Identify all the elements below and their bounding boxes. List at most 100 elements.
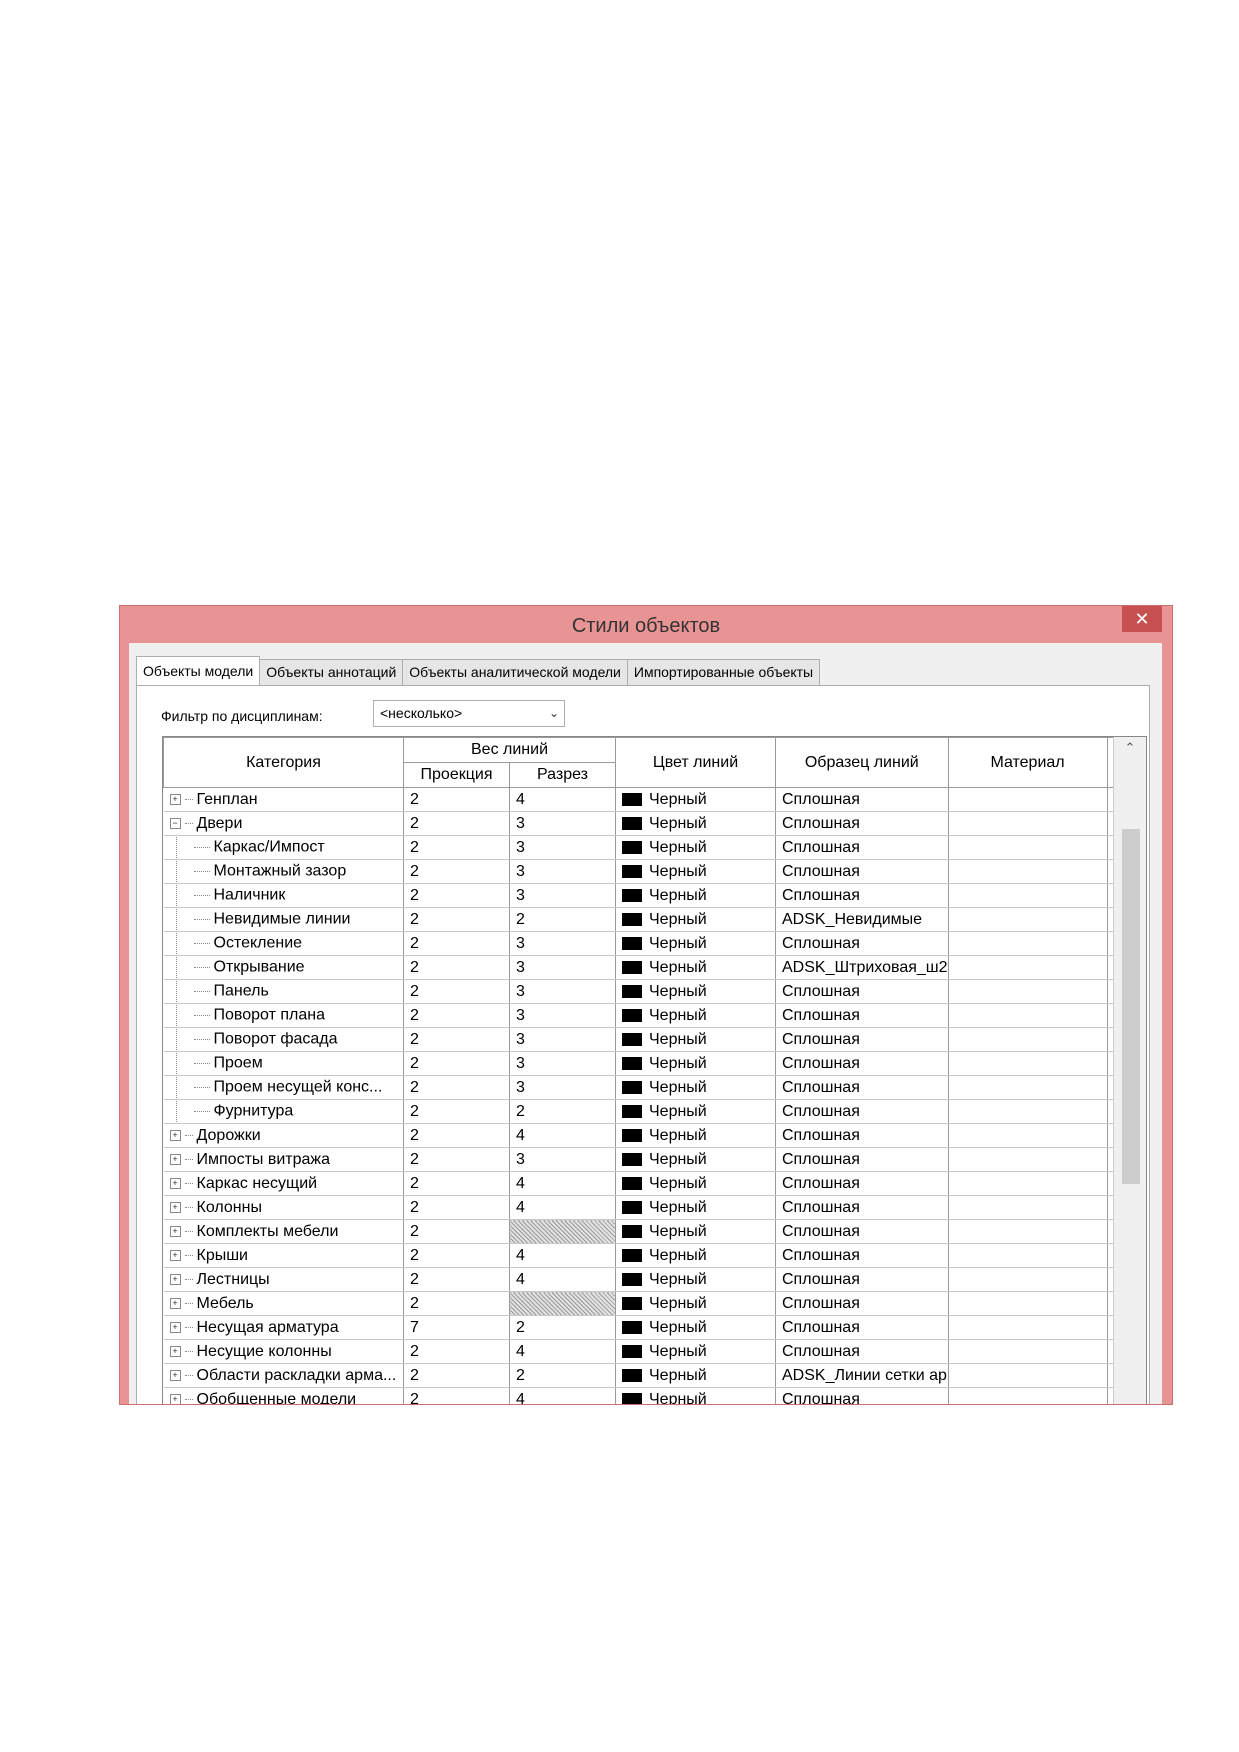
material-cell[interactable] bbox=[948, 1027, 1108, 1052]
category-cell[interactable]: Невидимые линии bbox=[163, 907, 404, 932]
projection-weight-cell[interactable]: 2 bbox=[403, 1147, 510, 1172]
expand-icon[interactable]: + bbox=[169, 1177, 181, 1189]
table-row[interactable]: − Двери 2 3 Черный Сплошная bbox=[163, 811, 1130, 836]
expand-icon[interactable]: + bbox=[169, 1345, 181, 1357]
line-pattern-cell[interactable]: Сплошная bbox=[775, 931, 949, 956]
line-pattern-cell[interactable]: Сплошная bbox=[775, 1003, 949, 1028]
expand-icon[interactable]: + bbox=[169, 1225, 181, 1237]
cut-weight-cell[interactable]: 3 bbox=[509, 1003, 616, 1028]
projection-weight-cell[interactable]: 2 bbox=[403, 1267, 510, 1292]
projection-weight-cell[interactable]: 2 bbox=[403, 955, 510, 980]
material-cell[interactable] bbox=[948, 835, 1108, 860]
projection-weight-cell[interactable]: 2 bbox=[403, 883, 510, 908]
table-row[interactable]: Поворот плана 2 3 Черный Сплошная bbox=[163, 1003, 1130, 1028]
line-pattern-cell[interactable]: Сплошная bbox=[775, 1387, 949, 1404]
tab-imported-objects[interactable]: Импортированные объекты bbox=[626, 659, 821, 685]
line-pattern-cell[interactable]: ADSK_Невидимые bbox=[775, 907, 949, 932]
material-cell[interactable] bbox=[948, 1363, 1108, 1388]
line-pattern-cell[interactable]: Сплошная bbox=[775, 1099, 949, 1124]
cut-weight-cell[interactable]: 4 bbox=[509, 1339, 616, 1364]
projection-weight-cell[interactable]: 2 bbox=[403, 811, 510, 836]
title-bar[interactable]: Стили объектов ✕ bbox=[120, 606, 1172, 643]
header-line-pattern[interactable]: Образец линий bbox=[775, 737, 949, 788]
category-cell[interactable]: + Обобщенные модели bbox=[163, 1387, 404, 1404]
projection-weight-cell[interactable]: 2 bbox=[403, 907, 510, 932]
category-cell[interactable]: + Каркас несущий bbox=[163, 1171, 404, 1196]
line-pattern-cell[interactable]: Сплошная bbox=[775, 787, 949, 812]
line-color-cell[interactable]: Черный bbox=[615, 835, 776, 860]
category-cell[interactable]: Каркас/Импост bbox=[163, 835, 404, 860]
cut-weight-cell[interactable]: 3 bbox=[509, 859, 616, 884]
category-cell[interactable]: + Генплан bbox=[163, 787, 404, 812]
material-cell[interactable] bbox=[948, 931, 1108, 956]
table-row[interactable]: Поворот фасада 2 3 Черный Сплошная bbox=[163, 1027, 1130, 1052]
category-cell[interactable]: Наличник bbox=[163, 883, 404, 908]
material-cell[interactable] bbox=[948, 1291, 1108, 1316]
line-pattern-cell[interactable]: Сплошная bbox=[775, 1147, 949, 1172]
material-cell[interactable] bbox=[948, 1123, 1108, 1148]
projection-weight-cell[interactable]: 2 bbox=[403, 1051, 510, 1076]
projection-weight-cell[interactable]: 2 bbox=[403, 1003, 510, 1028]
cut-weight-cell[interactable]: 3 bbox=[509, 955, 616, 980]
line-pattern-cell[interactable]: Сплошная bbox=[775, 1339, 949, 1364]
line-color-cell[interactable]: Черный bbox=[615, 979, 776, 1004]
category-cell[interactable]: Панель bbox=[163, 979, 404, 1004]
category-cell[interactable]: + Комплекты мебели bbox=[163, 1219, 404, 1244]
line-color-cell[interactable]: Черный bbox=[615, 931, 776, 956]
cut-weight-cell[interactable]: 2 bbox=[509, 907, 616, 932]
header-projection[interactable]: Проекция bbox=[403, 762, 510, 788]
table-row[interactable]: Остекление 2 3 Черный Сплошная bbox=[163, 931, 1130, 956]
projection-weight-cell[interactable]: 2 bbox=[403, 1075, 510, 1100]
line-color-cell[interactable]: Черный bbox=[615, 1099, 776, 1124]
category-cell[interactable]: + Импосты витража bbox=[163, 1147, 404, 1172]
projection-weight-cell[interactable]: 2 bbox=[403, 1363, 510, 1388]
table-row[interactable]: Панель 2 3 Черный Сплошная bbox=[163, 979, 1130, 1004]
table-row[interactable]: Каркас/Импост 2 3 Черный Сплошная bbox=[163, 835, 1130, 860]
cut-weight-cell[interactable]: 4 bbox=[509, 1267, 616, 1292]
header-cut[interactable]: Разрез bbox=[509, 762, 616, 788]
cut-weight-cell[interactable]: 4 bbox=[509, 1123, 616, 1148]
line-pattern-cell[interactable]: ADSK_Штриховая_ш2 bbox=[775, 955, 949, 980]
cut-weight-cell[interactable]: 4 bbox=[509, 1243, 616, 1268]
material-cell[interactable] bbox=[948, 859, 1108, 884]
category-cell[interactable]: Фурнитура bbox=[163, 1099, 404, 1124]
material-cell[interactable] bbox=[948, 1147, 1108, 1172]
expand-icon[interactable]: + bbox=[169, 793, 181, 805]
table-row[interactable]: + Колонны 2 4 Черный Сплошная bbox=[163, 1195, 1130, 1220]
category-cell[interactable]: Поворот плана bbox=[163, 1003, 404, 1028]
line-pattern-cell[interactable]: Сплошная bbox=[775, 835, 949, 860]
category-cell[interactable]: Поворот фасада bbox=[163, 1027, 404, 1052]
close-button[interactable]: ✕ bbox=[1122, 606, 1162, 632]
line-color-cell[interactable]: Черный bbox=[615, 859, 776, 884]
table-row[interactable]: + Импосты витража 2 3 Черный Сплошная bbox=[163, 1147, 1130, 1172]
table-row[interactable]: Наличник 2 3 Черный Сплошная bbox=[163, 883, 1130, 908]
line-color-cell[interactable]: Черный bbox=[615, 1243, 776, 1268]
vertical-scrollbar[interactable]: ⌃ bbox=[1113, 737, 1146, 1404]
material-cell[interactable] bbox=[948, 1099, 1108, 1124]
expand-icon[interactable]: + bbox=[169, 1273, 181, 1285]
line-color-cell[interactable]: Черный bbox=[615, 787, 776, 812]
line-pattern-cell[interactable]: Сплошная bbox=[775, 1123, 949, 1148]
tab-analytical-model-objects[interactable]: Объекты аналитической модели bbox=[402, 659, 628, 685]
category-cell[interactable]: Проем bbox=[163, 1051, 404, 1076]
category-cell[interactable]: + Крыши bbox=[163, 1243, 404, 1268]
line-color-cell[interactable]: Черный bbox=[615, 1075, 776, 1100]
category-cell[interactable]: + Области раскладки арма... bbox=[163, 1363, 404, 1388]
material-cell[interactable] bbox=[948, 1171, 1108, 1196]
line-color-cell[interactable]: Черный bbox=[615, 1051, 776, 1076]
projection-weight-cell[interactable]: 2 bbox=[403, 1171, 510, 1196]
table-row[interactable]: + Обобщенные модели 2 4 Черный Сплошная bbox=[163, 1387, 1130, 1404]
projection-weight-cell[interactable]: 2 bbox=[403, 859, 510, 884]
line-color-cell[interactable]: Черный bbox=[615, 1195, 776, 1220]
line-color-cell[interactable]: Черный bbox=[615, 811, 776, 836]
line-color-cell[interactable]: Черный bbox=[615, 1387, 776, 1404]
line-pattern-cell[interactable]: ADSK_Линии сетки ар bbox=[775, 1363, 949, 1388]
line-pattern-cell[interactable]: Сплошная bbox=[775, 811, 949, 836]
material-cell[interactable] bbox=[948, 1195, 1108, 1220]
category-cell[interactable]: Монтажный зазор bbox=[163, 859, 404, 884]
table-row[interactable]: + Генплан 2 4 Черный Сплошная bbox=[163, 787, 1130, 812]
cut-weight-cell[interactable]: 2 bbox=[509, 1099, 616, 1124]
material-cell[interactable] bbox=[948, 1267, 1108, 1292]
chevron-up-icon[interactable]: ⌃ bbox=[1114, 737, 1146, 759]
projection-weight-cell[interactable]: 2 bbox=[403, 931, 510, 956]
